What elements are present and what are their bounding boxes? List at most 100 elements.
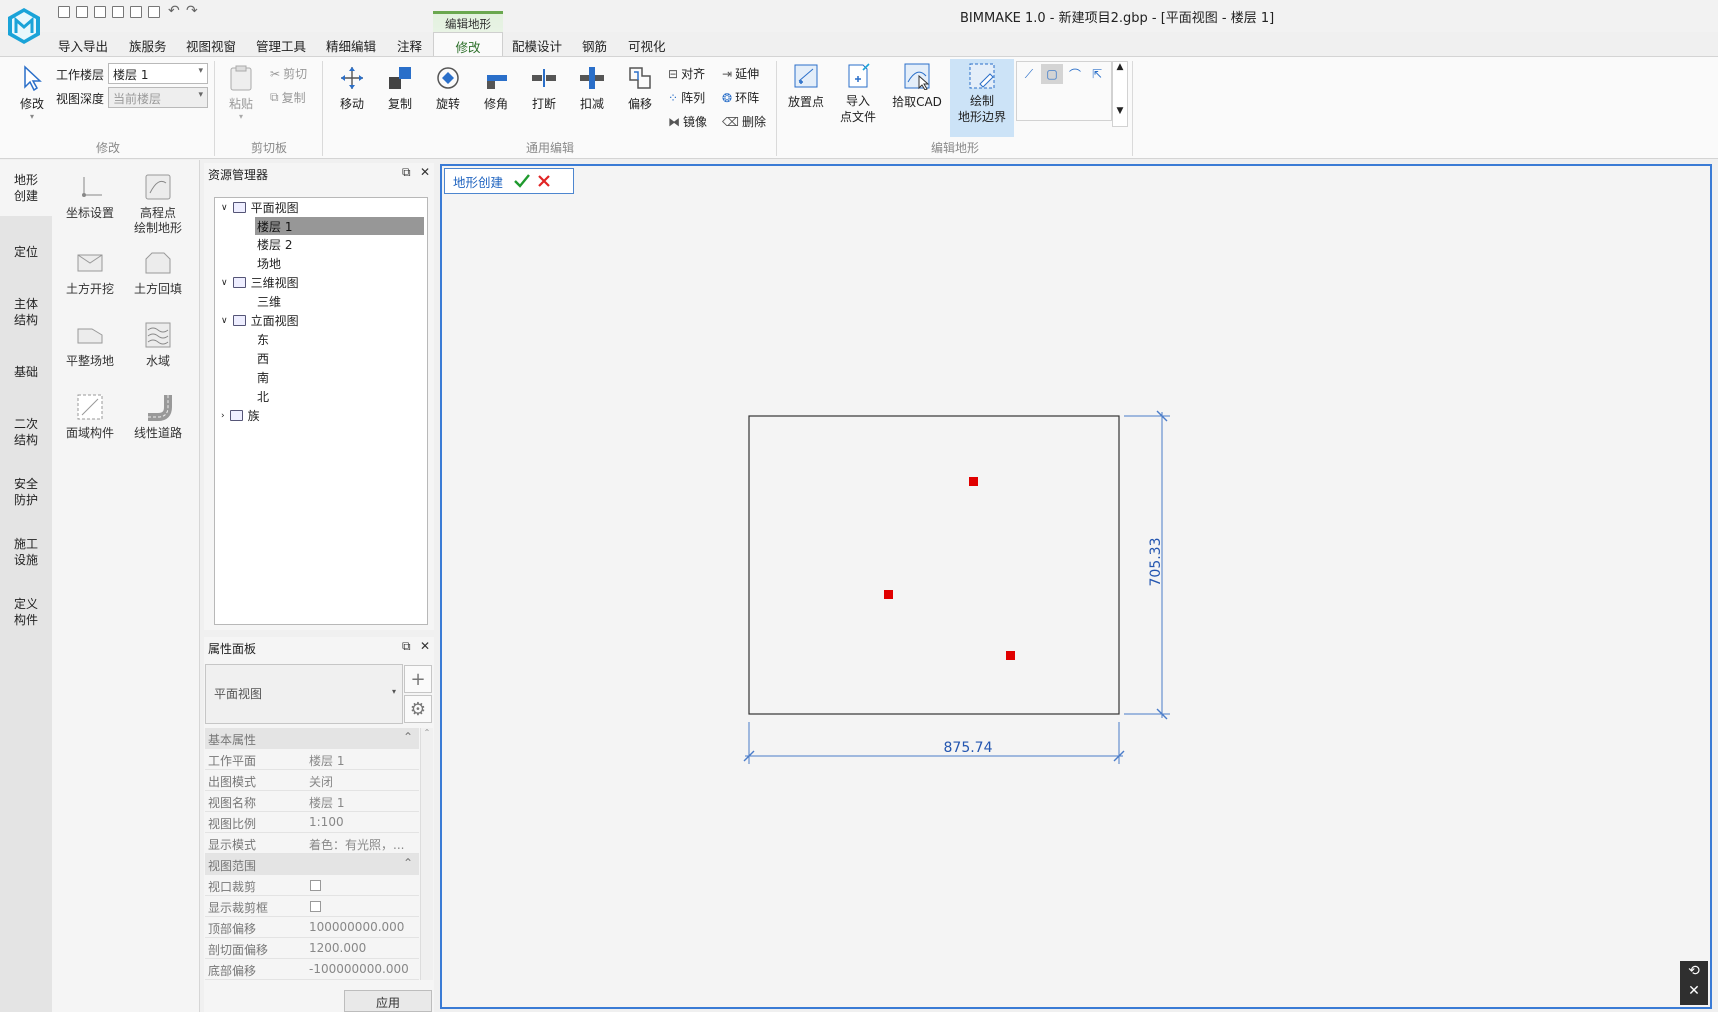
apply-button[interactable]: 应用 [344, 990, 432, 1012]
view-depth-select[interactable]: 当前楼层 ▾ [108, 87, 208, 108]
break-button[interactable]: 打断 [526, 63, 562, 112]
prop-row[interactable]: 工作平面 楼层 1 [205, 749, 419, 770]
tree-node-plan-views[interactable]: ∨ 平面视图 [221, 199, 299, 216]
prop-row[interactable]: 底部偏移 -100000000.000 [205, 959, 419, 980]
arc-tool-icon[interactable]: ⌒ [1065, 64, 1085, 84]
delete-button[interactable]: ⌫ 删除 [722, 113, 766, 130]
prop-row[interactable]: 显示模式 着色：有光照，... [205, 833, 419, 854]
prop-row[interactable]: 顶部偏移 100000000.000 [205, 917, 419, 938]
close-icon[interactable]: ✕ [420, 165, 430, 179]
tree-node-floor1[interactable]: 楼层 1 [255, 217, 424, 235]
terrain-boundary-rectangle[interactable] [748, 415, 1120, 715]
pick-cad-button[interactable]: 拾取CAD [890, 61, 944, 110]
vtab-secondary-structure[interactable]: 二次 结构 [0, 416, 52, 448]
redo-icon[interactable]: ↷ [186, 3, 198, 19]
tree-node-3d-views[interactable]: ∨ 三维视图 [221, 274, 299, 291]
gear-icon[interactable]: ⚙ [404, 695, 432, 723]
tree-node-families[interactable]: › 族 [221, 407, 260, 424]
scroll-up-icon[interactable]: ⌃ [421, 728, 433, 737]
elevation-point[interactable] [969, 477, 978, 486]
prop-row[interactable]: 视图名称 楼层 1 [205, 791, 419, 812]
viewport-crop-checkbox[interactable] [310, 880, 321, 891]
scroll-down-icon[interactable]: ▼ [1113, 106, 1127, 116]
rectangle-tool-icon[interactable]: ▢ [1041, 64, 1063, 84]
trim-button[interactable]: 修角 [478, 63, 514, 112]
vtab-foundation[interactable]: 基础 [0, 364, 52, 380]
modify-button[interactable]: 修改 ▾ [14, 63, 50, 121]
chevron-down-icon[interactable]: ∨ [221, 278, 228, 288]
work-floor-select[interactable]: 楼层 1 ▾ [108, 63, 208, 84]
tree-node-south[interactable]: 南 [257, 369, 269, 386]
import-points-button[interactable]: 导入 点文件 [836, 61, 880, 125]
vtab-terrain-create[interactable]: 地形 创建 [0, 160, 52, 216]
ring-array-button[interactable]: ❂ 环阵 [722, 89, 759, 106]
cut-button[interactable]: ✂ 剪切 [270, 65, 307, 82]
draw-terrain-boundary-button[interactable]: 绘制 地形边界 [950, 59, 1014, 137]
earth-excavation-tool[interactable]: 土方开挖 [55, 248, 125, 297]
float-panel-icon[interactable]: ⧉ [402, 639, 411, 654]
new-file-icon[interactable] [58, 6, 70, 18]
area-component-tool[interactable]: 面域构件 [55, 392, 125, 441]
save-icon[interactable] [94, 6, 106, 18]
chevron-down-icon[interactable]: ∨ [221, 203, 228, 213]
elevation-point[interactable] [884, 590, 893, 599]
prop-group-basic[interactable]: 基本属性 ⌃ [205, 728, 419, 749]
level-site-tool[interactable]: 平整场地 [55, 320, 125, 369]
vtab-define-component[interactable]: 定义 构件 [0, 596, 52, 628]
close-view-icon[interactable]: ✕ [1680, 981, 1708, 1001]
menu-fine-edit[interactable]: 精细编辑 [326, 36, 376, 55]
prop-row[interactable]: 出图模式 关闭 [205, 770, 419, 791]
chevron-down-icon[interactable]: ∨ [221, 316, 228, 326]
vtab-construction-facility[interactable]: 施工 设施 [0, 536, 52, 568]
elevation-point[interactable] [1006, 651, 1015, 660]
rotate-button[interactable]: 旋转 [430, 63, 466, 112]
copy-button[interactable]: 复制 [382, 63, 418, 112]
menu-family-service[interactable]: 族服务 [129, 36, 167, 55]
tree-node-site[interactable]: 场地 [257, 255, 281, 272]
tree-node-east[interactable]: 东 [257, 331, 269, 348]
menu-visualize[interactable]: 可视化 [628, 36, 666, 55]
tab-modify[interactable]: 修改 [433, 32, 503, 57]
gallery-scrollbar[interactable]: ▲ ▼ [1112, 61, 1128, 127]
close-icon[interactable]: ✕ [420, 639, 430, 653]
menu-manage-tools[interactable]: 管理工具 [256, 36, 306, 55]
coordinate-setting-tool[interactable]: 坐标设置 [55, 172, 125, 221]
tree-node-elevations[interactable]: ∨ 立面视图 [221, 312, 299, 329]
add-icon[interactable]: + [404, 665, 432, 693]
menu-import-export[interactable]: 导入导出 [58, 36, 108, 55]
align-button[interactable]: ⊟ 对齐 [668, 65, 705, 82]
reset-view-icon[interactable]: ⟲ [1680, 961, 1708, 981]
vtab-positioning[interactable]: 定位 [0, 244, 52, 260]
document-icon[interactable] [130, 6, 142, 18]
chevron-right-icon[interactable]: › [221, 411, 225, 421]
menu-rebar[interactable]: 钢筋 [582, 36, 607, 55]
vtab-safety[interactable]: 安全 防护 [0, 476, 52, 508]
elevation-point-terrain-tool[interactable]: 高程点 绘制地形 [123, 172, 193, 236]
subtract-button[interactable]: 扣减 [574, 63, 610, 112]
type-selector[interactable]: 平面视图 ▾ [205, 664, 403, 724]
drawing-canvas[interactable]: 地形创建 875.74 705.33 ⟲ ✕ [440, 164, 1712, 1009]
prop-group-view-range[interactable]: 视图范围 ⌃ [205, 854, 419, 875]
array-button[interactable]: ⁘ 阵列 [668, 89, 705, 106]
menu-view-window[interactable]: 视图视窗 [186, 36, 236, 55]
paste-button[interactable]: 粘贴 ▾ [222, 63, 260, 121]
save-as-icon[interactable] [112, 6, 124, 18]
scroll-up-icon[interactable]: ▲ [1113, 62, 1127, 72]
place-point-button[interactable]: 放置点 [784, 61, 828, 110]
move-button[interactable]: 移动 [334, 63, 370, 112]
prop-row[interactable]: 剖切面偏移 1200.000 [205, 938, 419, 959]
tree-node-3d[interactable]: 三维 [257, 293, 281, 310]
tree-node-floor2[interactable]: 楼层 2 [257, 236, 292, 253]
undo-icon[interactable]: ↶ [168, 3, 180, 19]
prop-row[interactable]: 视图比例 1:100 [205, 812, 419, 833]
float-panel-icon[interactable]: ⧉ [402, 165, 411, 180]
vtab-main-structure[interactable]: 主体 结构 [0, 296, 52, 328]
menu-formwork-design[interactable]: 配模设计 [512, 36, 562, 55]
earth-backfill-tool[interactable]: 土方回填 [123, 248, 193, 297]
copy-clip-button[interactable]: ⧉ 复制 [270, 89, 306, 106]
linear-road-tool[interactable]: 线性道路 [123, 392, 193, 441]
mirror-button[interactable]: ⧓ 镜像 [668, 113, 707, 130]
extend-button[interactable]: ⇥ 延伸 [722, 65, 759, 82]
print-icon[interactable] [148, 6, 160, 18]
properties-scrollbar[interactable]: ⌃ [420, 728, 433, 980]
